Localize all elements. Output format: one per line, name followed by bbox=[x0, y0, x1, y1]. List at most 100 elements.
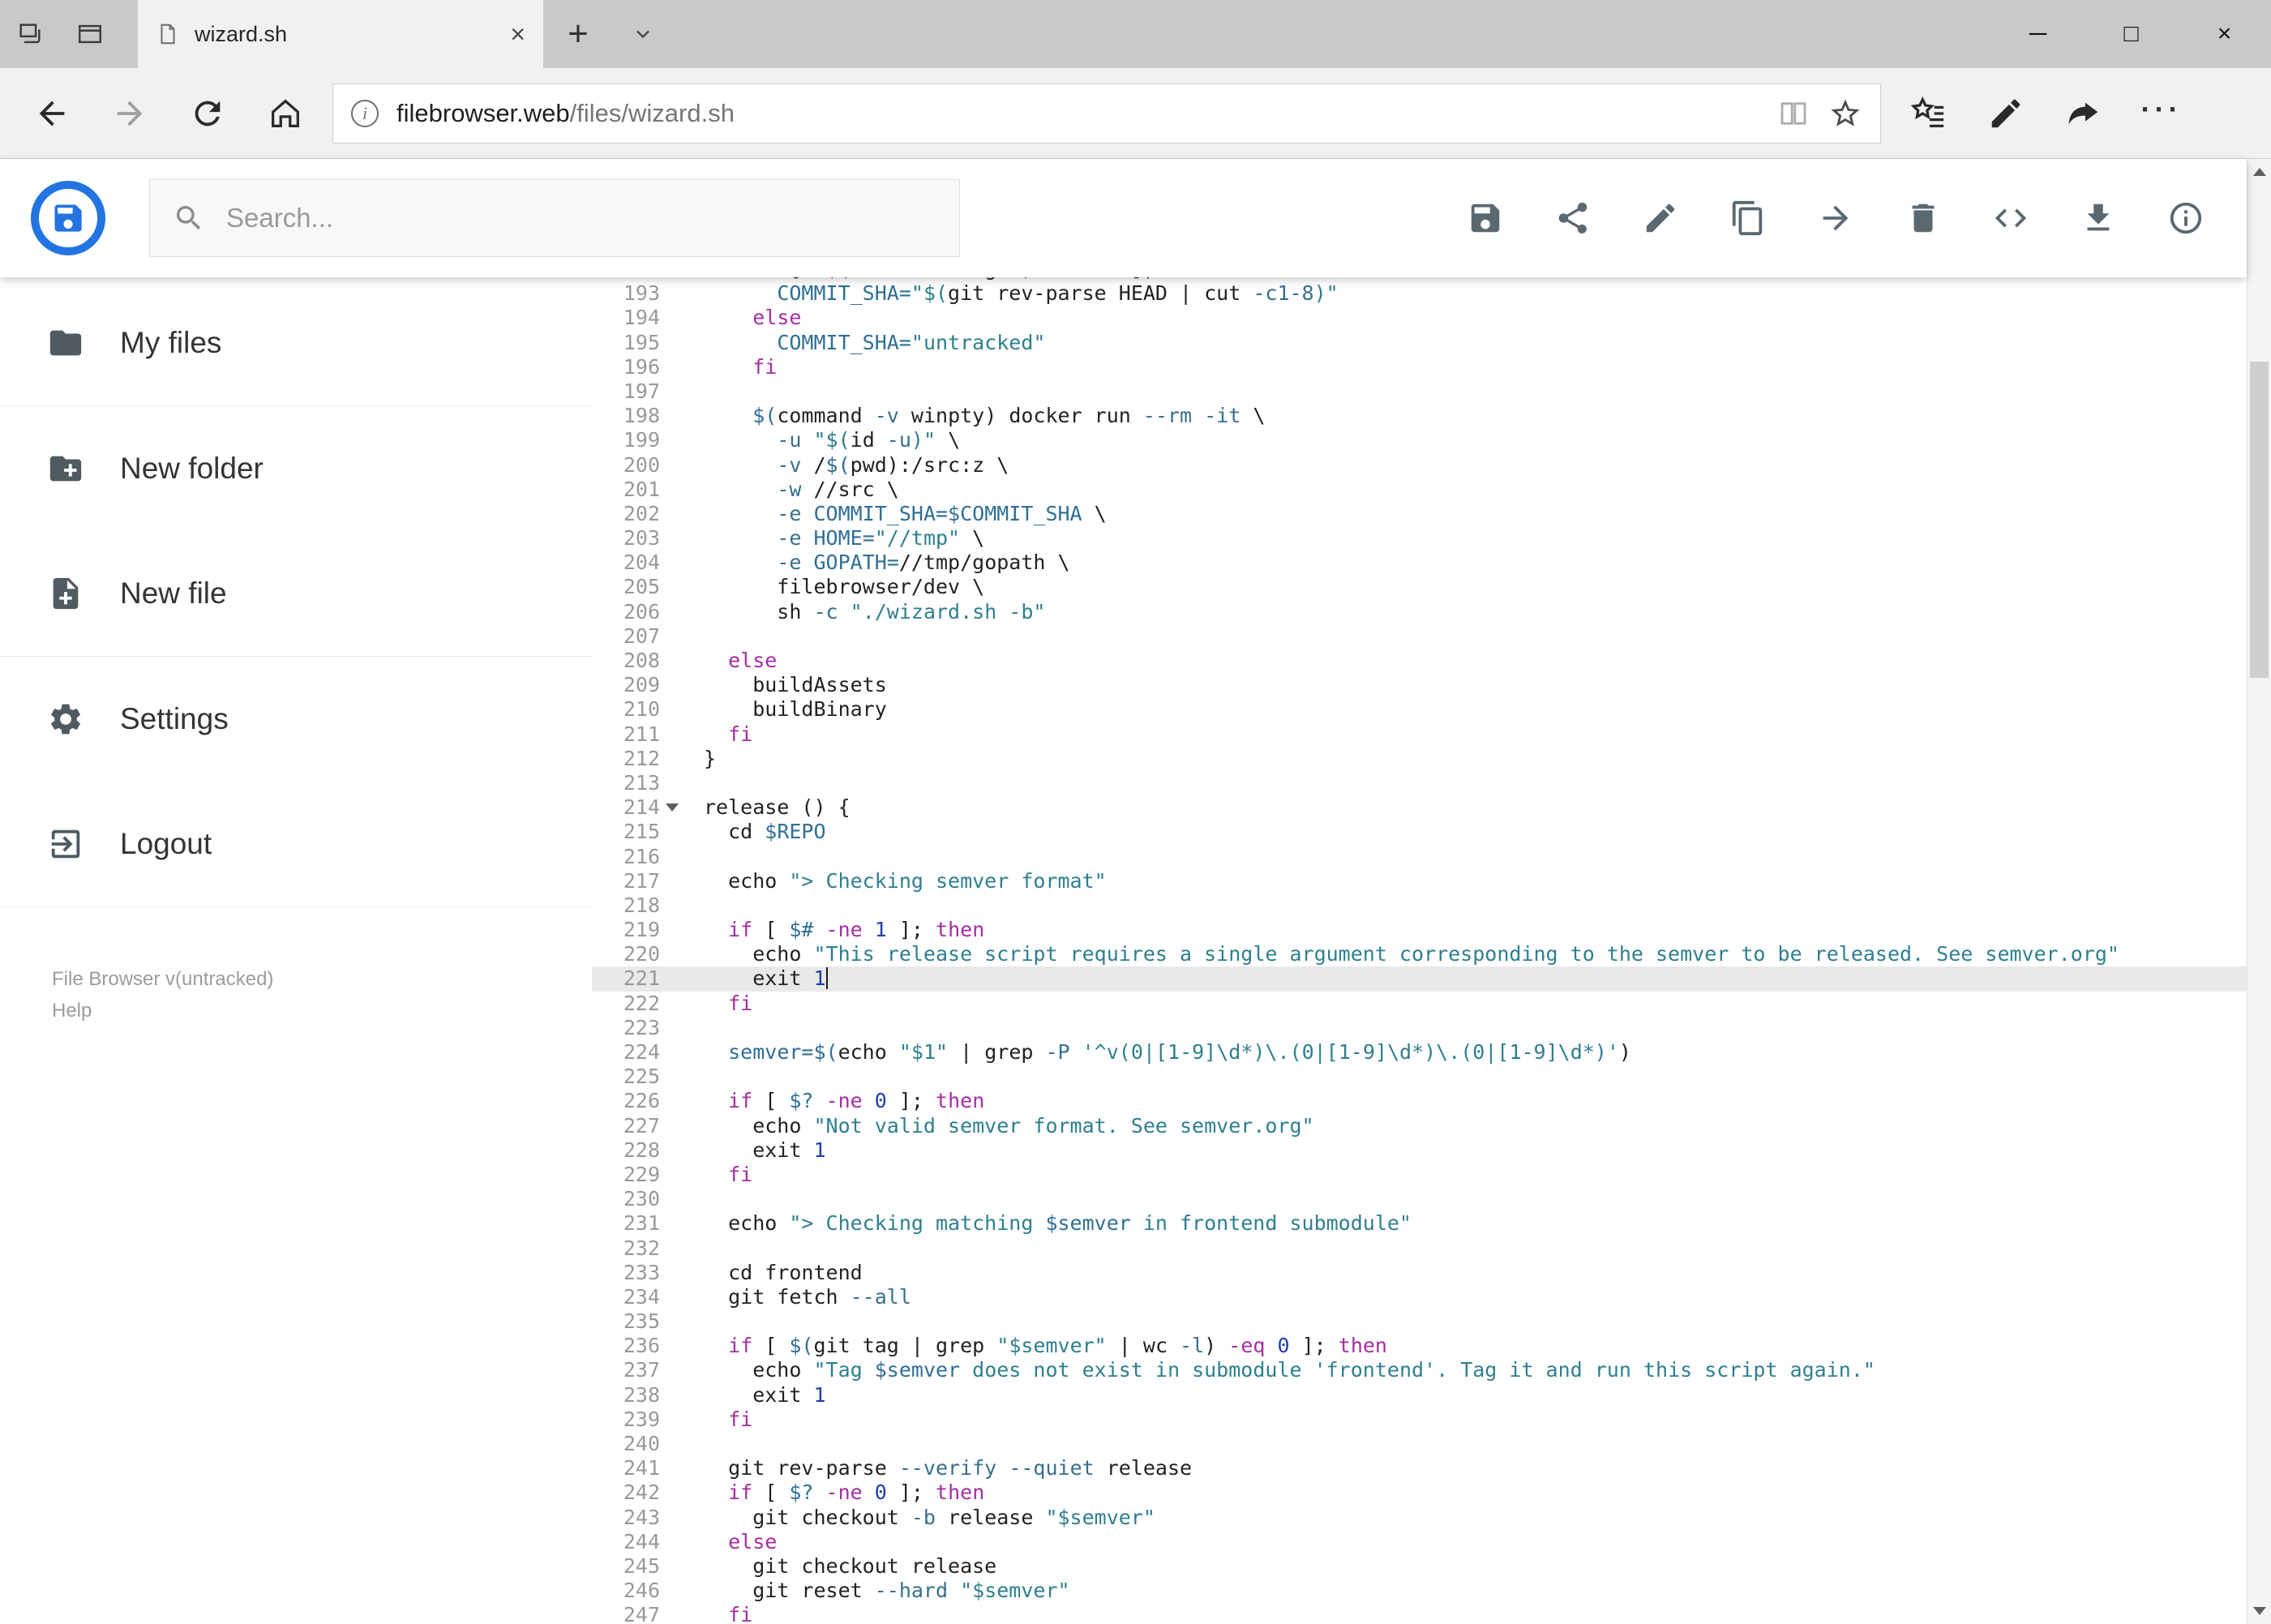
share-button[interactable] bbox=[2045, 75, 2123, 152]
copy-button[interactable] bbox=[1729, 199, 1767, 237]
code-line[interactable]: 237 echo "Tag $semver does not exist in … bbox=[592, 1358, 2247, 1382]
code-line[interactable]: 233 cd frontend bbox=[592, 1261, 2247, 1285]
code-line[interactable]: 246 git reset --hard "$semver" bbox=[592, 1579, 2247, 1603]
line-number[interactable]: 217 bbox=[592, 869, 681, 893]
line-number[interactable]: 242 bbox=[592, 1480, 681, 1505]
reading-view-icon[interactable] bbox=[1776, 96, 1810, 131]
line-number[interactable]: 213 bbox=[592, 771, 681, 795]
forward-button[interactable] bbox=[91, 75, 169, 152]
line-number[interactable]: 193 bbox=[592, 281, 681, 306]
code-line[interactable]: 197 bbox=[592, 379, 2247, 404]
line-number[interactable]: 198 bbox=[592, 404, 681, 428]
download-button[interactable] bbox=[2080, 199, 2117, 237]
line-number[interactable]: 218 bbox=[592, 893, 681, 918]
line-number[interactable]: 230 bbox=[592, 1187, 681, 1211]
line-number[interactable]: 212 bbox=[592, 747, 681, 771]
new-tab-button[interactable]: + bbox=[543, 0, 613, 68]
line-number[interactable]: 222 bbox=[592, 992, 681, 1016]
code-line[interactable]: 234 git fetch --all bbox=[592, 1285, 2247, 1309]
save-button[interactable] bbox=[1467, 199, 1504, 237]
maximize-button[interactable]: □ bbox=[2085, 0, 2178, 68]
line-number[interactable]: 246 bbox=[592, 1579, 681, 1603]
code-line[interactable]: 211 fi bbox=[592, 722, 2247, 747]
sidebar-item-new-file[interactable]: New file bbox=[0, 531, 592, 656]
code-line[interactable]: 241 git rev-parse --verify --quiet relea… bbox=[592, 1456, 2247, 1480]
add-favorite-star-icon[interactable] bbox=[1828, 96, 1862, 131]
code-line[interactable]: 243 git checkout -b release "$semver" bbox=[592, 1506, 2247, 1530]
code-line[interactable]: 215 cd $REPO bbox=[592, 820, 2247, 844]
scrollbar-thumb[interactable] bbox=[2250, 362, 2269, 678]
code-line[interactable]: 232 bbox=[592, 1236, 2247, 1261]
code-line[interactable]: 247 fi bbox=[592, 1603, 2247, 1624]
info-button[interactable] bbox=[2167, 199, 2205, 237]
address-bar[interactable]: i filebrowser.web/files/wizard.sh bbox=[332, 83, 1881, 144]
code-line[interactable]: 240 bbox=[592, 1432, 2247, 1456]
line-number[interactable]: 237 bbox=[592, 1358, 681, 1382]
minimize-button[interactable]: ─ bbox=[1991, 0, 2085, 68]
line-number[interactable]: 232 bbox=[592, 1236, 681, 1261]
sidebar-item-logout[interactable]: Logout bbox=[0, 782, 592, 906]
line-number[interactable]: 245 bbox=[592, 1554, 681, 1579]
code-line[interactable]: 228 exit 1 bbox=[592, 1138, 2247, 1163]
sidebar-item-my-files[interactable]: My files bbox=[0, 281, 592, 405]
url-text[interactable]: filebrowser.web/files/wizard.sh bbox=[396, 99, 1759, 128]
line-number[interactable]: 233 bbox=[592, 1261, 681, 1285]
line-number[interactable]: 216 bbox=[592, 845, 681, 869]
code-button[interactable] bbox=[1992, 199, 2029, 237]
line-number[interactable]: 221 bbox=[592, 966, 681, 991]
line-number[interactable]: 240 bbox=[592, 1432, 681, 1456]
line-number[interactable]: 220 bbox=[592, 942, 681, 966]
code-line[interactable]: 207 bbox=[592, 624, 2247, 649]
delete-button[interactable] bbox=[1905, 199, 1942, 237]
line-number[interactable]: 225 bbox=[592, 1065, 681, 1089]
page-scrollbar[interactable] bbox=[2247, 159, 2271, 1624]
code-line[interactable]: 196 fi bbox=[592, 355, 2247, 379]
code-line[interactable]: 221 exit 1 bbox=[592, 966, 2247, 992]
site-info-icon[interactable]: i bbox=[351, 99, 379, 127]
line-number[interactable]: 204 bbox=[592, 551, 681, 575]
code-line[interactable]: 198 $(command -v winpty) docker run --rm… bbox=[592, 404, 2247, 428]
search-box[interactable] bbox=[149, 179, 960, 257]
code-line[interactable]: 212} bbox=[592, 747, 2247, 771]
line-number[interactable]: 241 bbox=[592, 1456, 681, 1480]
code-line[interactable]: 239 fi bbox=[592, 1408, 2247, 1432]
more-options-button[interactable]: ··· bbox=[2123, 75, 2200, 152]
code-line[interactable]: 217 echo "> Checking semver format" bbox=[592, 869, 2247, 893]
search-input[interactable] bbox=[226, 203, 936, 234]
tabs-preview-button[interactable] bbox=[60, 0, 120, 68]
fold-arrow-icon[interactable] bbox=[666, 803, 679, 812]
code-line[interactable]: 235 bbox=[592, 1309, 2247, 1334]
filebrowser-logo[interactable] bbox=[29, 179, 107, 257]
rename-button[interactable] bbox=[1642, 199, 1679, 237]
line-number[interactable]: 231 bbox=[592, 1211, 681, 1236]
code-line[interactable]: 231 echo "> Checking matching $semver in… bbox=[592, 1211, 2247, 1236]
line-number[interactable]: 199 bbox=[592, 428, 681, 452]
help-link[interactable]: Help bbox=[52, 995, 273, 1026]
sidebar-item-settings[interactable]: Settings bbox=[0, 657, 592, 782]
close-button[interactable]: × bbox=[2178, 0, 2271, 68]
code-line[interactable]: 223 bbox=[592, 1016, 2247, 1040]
code-line[interactable]: 225 bbox=[592, 1065, 2247, 1089]
code-line[interactable]: 194 else bbox=[592, 306, 2247, 330]
code-line[interactable]: 222 fi bbox=[592, 992, 2247, 1016]
line-number[interactable]: 208 bbox=[592, 649, 681, 673]
code-line[interactable]: 206 sh -c "./wizard.sh -b" bbox=[592, 600, 2247, 624]
code-line[interactable]: 230 bbox=[592, 1187, 2247, 1211]
line-number[interactable]: 203 bbox=[592, 526, 681, 551]
code-line[interactable]: 200 -v /$(pwd):/src:z \ bbox=[592, 453, 2247, 478]
code-line[interactable]: 219 if [ $# -ne 1 ]; then bbox=[592, 918, 2247, 942]
set-tabs-aside-button[interactable] bbox=[0, 0, 60, 68]
line-number[interactable]: 223 bbox=[592, 1016, 681, 1040]
line-number[interactable]: 247 bbox=[592, 1603, 681, 1624]
line-number[interactable]: 229 bbox=[592, 1163, 681, 1187]
hub-favorites-button[interactable] bbox=[1889, 75, 1967, 152]
code-line[interactable]: 213 bbox=[592, 771, 2247, 795]
line-number[interactable]: 215 bbox=[592, 820, 681, 844]
code-line[interactable]: 214 release () { bbox=[592, 795, 2247, 820]
browser-tab[interactable]: wizard.sh × bbox=[138, 0, 543, 68]
line-number[interactable]: 235 bbox=[592, 1309, 681, 1334]
line-number[interactable]: 195 bbox=[592, 331, 681, 355]
line-number[interactable]: 228 bbox=[592, 1138, 681, 1163]
code-line[interactable]: 210 buildBinary bbox=[592, 697, 2247, 722]
line-number[interactable]: 243 bbox=[592, 1506, 681, 1530]
